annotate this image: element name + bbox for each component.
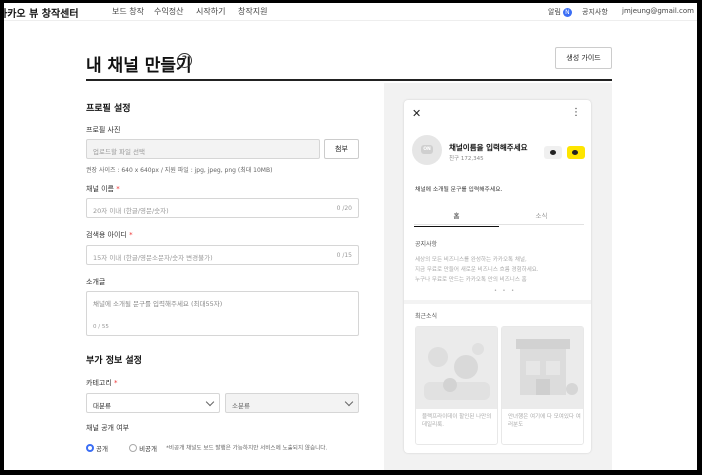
required-mark: * — [116, 185, 120, 193]
browser-window: 카카오 뷰 창작센터 보드 창작 수익정산 시작하기 창작지원 알림 N 공지사항… — [4, 3, 697, 470]
channel-name-label: 채널 이름 * — [86, 184, 120, 194]
private-note: *비공개 채널도 보드 발행은 가능하지만 서비스에 노출되지 않습니다. — [166, 445, 328, 452]
extra-section-title: 부가 정보 설정 — [86, 356, 142, 366]
add-friend-icon — [567, 146, 585, 159]
channel-preview-phone: ✕ ⋮ ON 채널이름을 입력해주세요 친구 172,345 채널에 소개될 문… — [404, 100, 591, 453]
required-mark: * — [114, 379, 118, 387]
preview-friend-count: 친구 172,345 — [449, 156, 484, 162]
carousel-dots: • • • — [494, 288, 517, 294]
alerts-badge: N — [562, 7, 572, 17]
required-mark: * — [129, 231, 133, 239]
intro-label: 소개글 — [86, 278, 106, 286]
intro-counter: 0 / 55 — [93, 324, 109, 330]
photo-placeholder: 업로드할 파일 선택 — [93, 148, 145, 156]
category-label-text: 카테고리 — [86, 379, 112, 387]
search-id-placeholder: 15자 이내 (한글/영문소문자/숫자 변경불가) — [93, 254, 213, 262]
channel-avatar: ON — [412, 135, 442, 165]
category-main-select[interactable]: 대분류 — [86, 393, 220, 413]
category-sub-value: 소분류 — [232, 402, 250, 410]
category-main-value: 대분류 — [93, 402, 111, 410]
nav-revenue[interactable]: 수익정산 — [154, 6, 183, 17]
visibility-label: 채널 공개 여부 — [86, 424, 130, 432]
guide-button[interactable]: 생성 가이드 — [555, 47, 612, 69]
preview-notice-line: 누구나 무료로 만드는 카카오톡 안의 비즈니스 홈 — [415, 277, 527, 283]
news-card-text: 블랙프라이데이 할인된 나만의 데일리룩. — [422, 414, 492, 428]
search-id-input[interactable]: 15자 이내 (한글/영문소문자/숫자 변경불가) 0 /15 — [86, 245, 359, 265]
news-card-illustration — [416, 327, 497, 409]
channel-name-label-text: 채널 이름 — [86, 185, 114, 193]
nav-board[interactable]: 보드 창작 — [112, 6, 144, 17]
account-link[interactable]: jmjeung@gmail.com — [622, 7, 694, 15]
brand-logo[interactable]: 카카오 뷰 창작센터 — [4, 5, 79, 20]
preview-notice-line: 세상의 모든 비즈니스를 완성하는 카카오톡 채널, — [415, 257, 527, 263]
title-divider — [86, 79, 612, 81]
chat-icon — [544, 146, 562, 159]
intro-placeholder: 채널에 소개될 문구를 입력해주세요 (최대55자) — [93, 300, 223, 308]
news-card: 안녀행은 여기에 다 모여있다 여러분도 — [501, 326, 584, 445]
profile-section-title: 프로필 설정 — [86, 104, 131, 114]
news-card-text: 안녀행은 여기에 다 모여있다 여러분도 — [508, 414, 581, 428]
category-sub-select[interactable]: 소분류 — [225, 393, 359, 413]
category-label: 카테고리 * — [86, 378, 118, 388]
channel-name-counter: 0 /20 — [336, 205, 352, 212]
tab-divider — [414, 224, 584, 225]
attach-button[interactable]: 첨부 — [324, 139, 359, 159]
private-radio-label[interactable]: 비공개 — [139, 445, 157, 453]
search-id-label: 검색용 아이디 * — [86, 230, 133, 240]
page-title: 내 채널 만들기 — [86, 56, 192, 76]
nav-start[interactable]: 시작하기 — [196, 6, 225, 17]
preview-notice-title: 공지사항 — [415, 241, 438, 248]
channel-name-placeholder: 20자 이내 (한글/영문/숫자) — [93, 207, 169, 215]
chevron-down-icon — [344, 397, 354, 407]
private-radio[interactable] — [129, 443, 138, 452]
close-icon: ✕ — [412, 107, 422, 120]
channel-name-input[interactable]: 20자 이내 (한글/영문/숫자) 0 /20 — [86, 198, 359, 218]
top-navigation: 카카오 뷰 창작센터 보드 창작 수익정산 시작하기 창작지원 알림 N 공지사항… — [4, 3, 697, 21]
photo-file-input[interactable]: 업로드할 파일 선택 — [86, 139, 320, 159]
search-id-counter: 0 /15 — [336, 252, 352, 259]
public-radio-label[interactable]: 공개 — [96, 445, 108, 453]
alerts-label: 알림 — [548, 8, 561, 16]
search-id-label-text: 검색용 아이디 — [86, 231, 127, 239]
preview-channel-name: 채널이름을 입력해주세요 — [449, 143, 528, 152]
news-card: 블랙프라이데이 할인된 나만의 데일리룩. — [415, 326, 498, 445]
preview-notice-line: 지금 무료로 만들어 새로운 비즈니스 흐름 경험하세요. — [415, 267, 539, 273]
intro-textarea[interactable]: 채널에 소개될 문구를 입력해주세요 (최대55자) 0 / 55 — [86, 291, 359, 336]
photo-hint: 권장 사이즈 : 640 x 640px / 지원 파일 : jpg, jpeg… — [86, 167, 273, 174]
screenshot-frame: 카카오 뷰 창작센터 보드 창작 수익정산 시작하기 창작지원 알림 N 공지사항… — [0, 0, 702, 475]
chevron-down-icon — [205, 397, 215, 407]
alerts-link[interactable]: 알림 N — [548, 7, 572, 17]
visibility-radio-group: 공개 비공개 *비공개 채널도 보드 발행은 가능하지만 서비스에 노출되지 않… — [86, 437, 328, 453]
more-icon: ⋮ — [571, 107, 581, 118]
notice-link[interactable]: 공지사항 — [582, 7, 608, 17]
nav-support[interactable]: 창작지원 — [238, 6, 267, 17]
section-divider — [404, 300, 591, 304]
photo-label: 프로필 사진 — [86, 126, 121, 134]
preview-description: 채널에 소개될 문구를 입력해주세요. — [415, 187, 503, 193]
help-icon[interactable]: ? — [177, 53, 192, 68]
public-radio[interactable] — [86, 443, 94, 452]
news-card-illustration — [502, 327, 583, 409]
avatar-chat-icon: ON — [421, 145, 433, 154]
preview-recent-title: 최근소식 — [415, 313, 438, 320]
